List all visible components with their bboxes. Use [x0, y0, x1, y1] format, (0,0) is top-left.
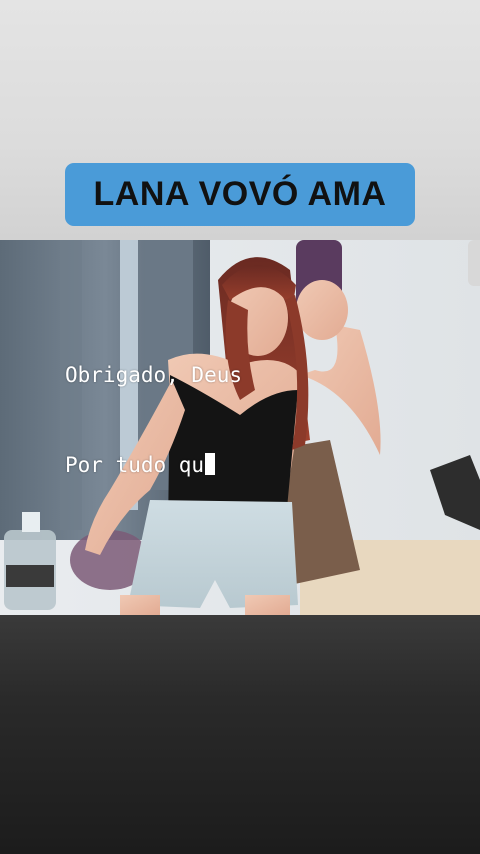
story-title: LANA VOVÓ AMA [93, 175, 387, 213]
text-cursor [205, 453, 216, 475]
story-title-banner: LANA VOVÓ AMA [65, 163, 415, 226]
story-bottom-background [0, 615, 480, 854]
caption-line-1: Obrigado, Deus [65, 363, 243, 387]
caption-line-2-text: Por tudo qu [65, 453, 205, 477]
caption-line-2: Por tudo qu [65, 450, 242, 480]
side-panel-handle[interactable] [468, 240, 480, 286]
story-caption: Obrigado, Deus Por tudo qu [65, 300, 242, 510]
